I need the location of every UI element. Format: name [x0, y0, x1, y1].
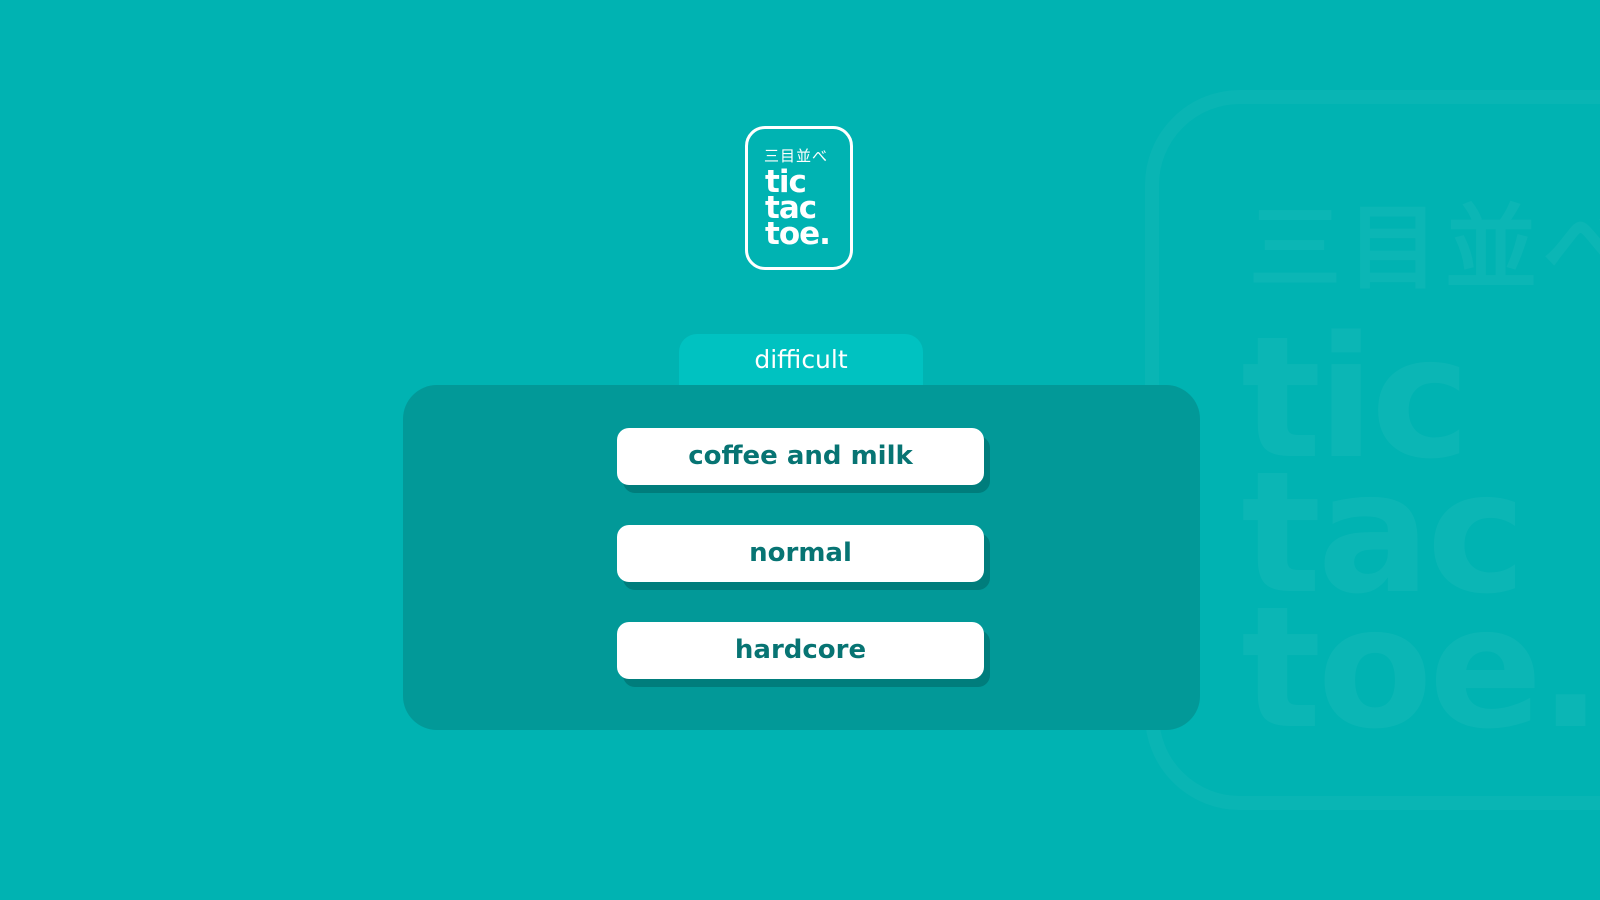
watermark-kana: 三目並べ [1249, 174, 1600, 307]
logo-kana: 三目並べ [764, 147, 829, 165]
game-screen: 三目並べ tic tac toe. 三目並べ tic tac toe. diff… [0, 0, 1600, 900]
coffee-and-milk-button[interactable]: coffee and milk [617, 428, 984, 485]
difficulty-tab-label: difficult [679, 334, 923, 386]
normal-button[interactable]: normal [617, 525, 984, 582]
watermark-word-toe: toe. [1241, 584, 1600, 752]
watermark-word-tic: tic [1241, 314, 1470, 482]
logo-wordmark: tic tac toe. [765, 167, 831, 252]
hardcore-button[interactable]: hardcore [617, 622, 984, 679]
logo-word-toe: toe. [765, 216, 831, 252]
watermark-logo: 三目並べ tic tac toe. [1145, 90, 1600, 810]
watermark-word-tac: tac [1241, 449, 1526, 617]
game-logo: 三目並べ tic tac toe. [745, 126, 853, 270]
